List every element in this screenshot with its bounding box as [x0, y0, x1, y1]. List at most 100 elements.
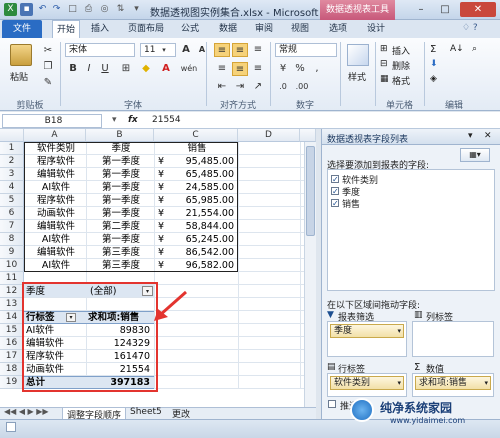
table-header[interactable]: 销售 [156, 142, 238, 155]
row-header[interactable]: 14 [0, 311, 24, 324]
table-header[interactable]: 软件类别 [26, 142, 86, 155]
clear-icon[interactable]: ◈ [430, 74, 437, 84]
chevron-down-icon[interactable]: ▾ [484, 377, 488, 389]
cut-icon[interactable]: ✂ [40, 44, 56, 58]
insert-function-button[interactable]: fx [128, 115, 138, 125]
currency-icon[interactable]: ¥ [275, 62, 291, 76]
pane-options-icon[interactable]: ▾ [468, 131, 473, 141]
decrease-indent-icon[interactable]: ⇤ [214, 80, 230, 94]
table-cell[interactable]: AI软件 [26, 259, 86, 272]
shrink-font-button[interactable]: A [194, 43, 210, 57]
table-cell[interactable]: 编辑软件 [26, 246, 86, 259]
fill-icon[interactable]: ⬇ [430, 59, 438, 69]
decrease-decimal-icon[interactable]: .00 [294, 80, 310, 94]
insert-cells-icon[interactable]: ⊞ [380, 44, 388, 54]
row-header[interactable]: 7 [0, 220, 24, 233]
field-checkbox[interactable]: ✓ [331, 175, 339, 184]
row-header[interactable]: 6 [0, 207, 24, 220]
tab-formulas[interactable]: 公式 [176, 20, 204, 38]
table-cell[interactable]: 58,844.00 [170, 220, 234, 233]
row-header[interactable]: 13 [0, 298, 24, 311]
grow-font-button[interactable]: A [178, 43, 194, 57]
format-painter-icon[interactable]: ✎ [40, 76, 56, 90]
row-field-pill[interactable]: 软件类别 ▾ [330, 376, 404, 390]
bold-button[interactable]: B [65, 62, 81, 76]
table-cell[interactable]: 程序软件 [26, 155, 86, 168]
layout-options-icon[interactable]: ▦▾ [460, 148, 490, 162]
tab-view[interactable]: 视图 [286, 20, 314, 38]
row-header[interactable]: 12 [0, 285, 24, 298]
table-cell[interactable]: 编辑软件 [26, 168, 86, 181]
table-cell[interactable]: 第一季度 [88, 233, 154, 246]
table-cell[interactable]: 编辑软件 [26, 220, 86, 233]
increase-indent-icon[interactable]: ⇥ [232, 80, 248, 94]
preview-icon[interactable]: ◎ [98, 3, 111, 16]
table-cell[interactable]: 24,585.00 [170, 181, 234, 194]
table-header[interactable]: 季度 [88, 142, 154, 155]
chevron-down-icon[interactable]: ▾ [397, 377, 401, 389]
filter-field-pill[interactable]: 季度 ▾ [330, 324, 404, 338]
paste-button-label[interactable]: 粘贴 [10, 70, 28, 83]
table-cell[interactable]: 第一季度 [88, 168, 154, 181]
help-icon[interactable]: ♢ ? [462, 23, 478, 33]
table-cell[interactable]: 第一季度 [88, 194, 154, 207]
delete-cells-button[interactable]: 删除 [392, 59, 410, 72]
table-cell[interactable]: 65,245.00 [170, 233, 234, 246]
table-cell[interactable]: 65,985.00 [170, 194, 234, 207]
row-header[interactable]: 2 [0, 155, 24, 168]
worksheet-grid[interactable]: A B C D 1 2 3 4 5 6 7 8 9 10 11 12 13 14 15 16 17 18 19 软件… [0, 129, 316, 407]
row-header[interactable]: 15 [0, 324, 24, 337]
customize-qat-icon[interactable]: ▾ [130, 3, 143, 16]
name-box[interactable]: B18 [2, 114, 102, 128]
chevron-down-icon[interactable]: ▾ [397, 325, 401, 337]
cancel-entry-icon[interactable]: ▾ [112, 115, 117, 125]
new-file-icon[interactable]: □ [66, 3, 79, 16]
sort-filter-icon[interactable]: A↓ [450, 44, 464, 54]
column-header[interactable]: D [238, 129, 300, 142]
table-cell[interactable]: 96,582.00 [170, 259, 234, 272]
row-header[interactable]: 5 [0, 194, 24, 207]
align-center-icon[interactable]: ≡ [232, 62, 248, 76]
align-middle-icon[interactable]: ≡ [232, 43, 248, 57]
column-header[interactable]: B [86, 129, 154, 142]
tab-page-layout[interactable]: 页面布局 [122, 20, 170, 38]
table-cell[interactable]: 程序软件 [26, 194, 86, 207]
undo-icon[interactable]: ↶ [36, 3, 49, 16]
select-all-corner[interactable] [0, 129, 24, 142]
table-cell[interactable]: 21,554.00 [170, 207, 234, 220]
vertical-scrollbar[interactable] [304, 142, 316, 407]
tab-data[interactable]: 数据 [214, 20, 242, 38]
sheet-nav-icon[interactable]: ◀◀ ◀ ▶ ▶▶ [4, 407, 49, 416]
row-header[interactable]: 16 [0, 337, 24, 350]
styles-icon[interactable] [347, 44, 369, 66]
align-right-icon[interactable]: ≡ [250, 62, 266, 76]
column-header[interactable]: C [154, 129, 238, 142]
underline-button[interactable]: U [97, 62, 113, 76]
sort-icon[interactable]: ⇅ [114, 3, 127, 16]
save-icon[interactable]: ▪ [20, 3, 33, 16]
row-header[interactable]: 3 [0, 168, 24, 181]
phonetic-button[interactable]: wén [178, 62, 200, 76]
defer-update-checkbox[interactable] [328, 400, 336, 408]
table-cell[interactable]: AI软件 [26, 233, 86, 246]
table-cell[interactable]: 86,542.00 [170, 246, 234, 259]
scrollbar-thumb[interactable] [306, 146, 315, 236]
table-cell[interactable]: 第三季度 [88, 246, 154, 259]
row-header[interactable]: 19 [0, 376, 24, 389]
italic-button[interactable]: I [81, 62, 97, 76]
paste-icon[interactable] [10, 44, 32, 66]
font-color-icon[interactable]: A [158, 62, 174, 76]
field-checkbox[interactable]: ✓ [331, 187, 339, 196]
find-icon[interactable]: ⌕ [472, 44, 477, 54]
pane-close-icon[interactable]: ✕ [484, 131, 492, 141]
table-cell[interactable]: 第一季度 [88, 155, 154, 168]
tab-file[interactable]: 文件 [2, 20, 42, 38]
table-cell[interactable]: 95,485.00 [170, 155, 234, 168]
row-header[interactable]: 1 [0, 142, 24, 155]
autosum-button[interactable]: Σ [430, 44, 436, 55]
align-top-icon[interactable]: ≡ [214, 43, 230, 57]
value-field-pill[interactable]: 求和项:销售 ▾ [415, 376, 491, 390]
format-cells-button[interactable]: 格式 [392, 74, 410, 87]
formula-input[interactable]: 21554 [152, 115, 181, 125]
table-cell[interactable]: 第一季度 [88, 207, 154, 220]
